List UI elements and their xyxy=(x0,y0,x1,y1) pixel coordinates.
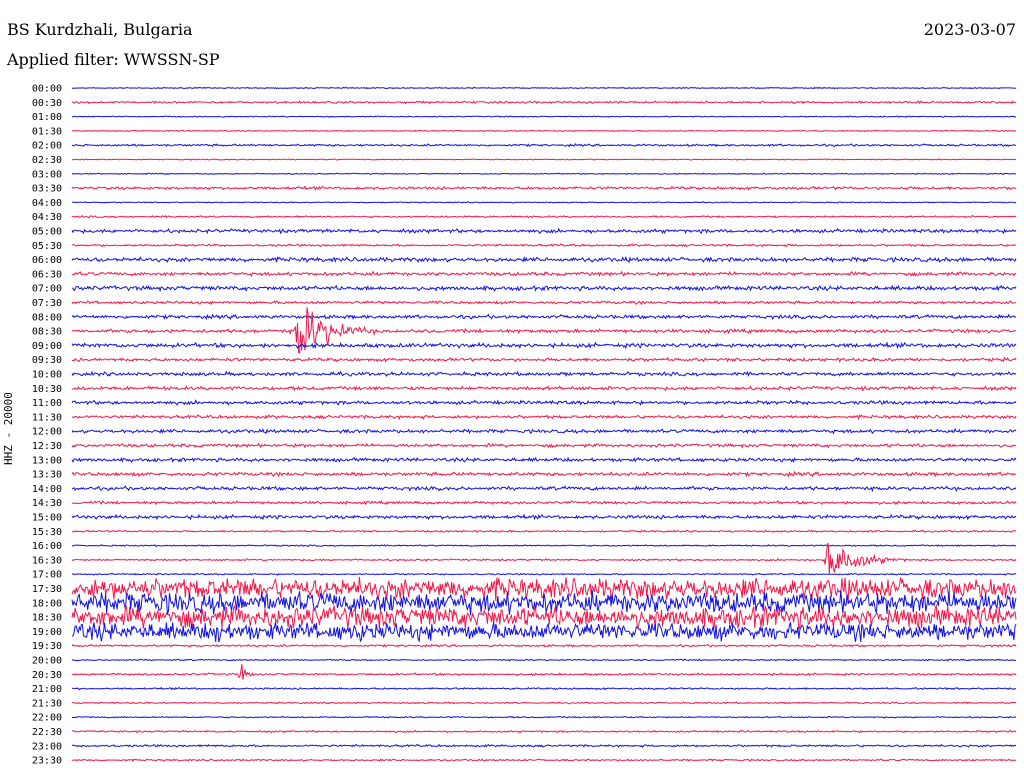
row-label: 15:00 xyxy=(32,513,62,524)
trace-0730 xyxy=(71,300,1017,306)
row-label: 12:30 xyxy=(32,441,62,452)
row-label: 14:00 xyxy=(32,484,62,495)
row-label: 11:30 xyxy=(32,412,62,423)
trace-2000 xyxy=(71,658,1017,662)
trace-1400 xyxy=(71,485,1017,493)
trace-2030 xyxy=(71,664,1017,680)
trace-0900 xyxy=(71,341,1017,350)
trace-1200 xyxy=(71,427,1017,435)
row-label: 10:30 xyxy=(32,384,62,395)
row-label: 06:00 xyxy=(32,255,62,266)
row-label: 22:00 xyxy=(32,713,62,724)
row-label: 14:30 xyxy=(32,498,62,509)
row-label: 01:30 xyxy=(32,126,62,137)
row-label: 19:00 xyxy=(32,627,62,638)
trace-1430 xyxy=(71,500,1017,506)
trace-2300 xyxy=(71,743,1017,749)
trace-0100 xyxy=(71,115,1017,118)
row-label: 17:30 xyxy=(32,584,62,595)
row-label: 02:30 xyxy=(32,155,62,166)
row-label: 20:30 xyxy=(32,670,62,681)
trace-0400 xyxy=(72,201,1017,204)
trace-1030 xyxy=(71,385,1017,392)
row-label: 20:00 xyxy=(32,656,62,667)
trace-1800 xyxy=(71,589,1017,616)
row-label: 21:00 xyxy=(32,684,62,695)
row-label: 00:30 xyxy=(32,98,62,109)
row-label: 17:00 xyxy=(32,570,62,581)
trace-0430 xyxy=(71,214,1017,219)
trace-0630 xyxy=(71,270,1017,278)
trace-0930 xyxy=(71,356,1017,363)
trace-0700 xyxy=(71,284,1017,293)
row-label: 23:30 xyxy=(32,756,62,767)
trace-1300 xyxy=(71,456,1017,464)
row-label: 07:00 xyxy=(32,284,62,295)
row-label: 02:00 xyxy=(32,141,62,152)
trace-2230 xyxy=(71,729,1017,734)
trace-1330 xyxy=(71,470,1017,478)
row-label: 22:30 xyxy=(32,727,62,738)
trace-1930 xyxy=(71,643,1017,648)
trace-1500 xyxy=(71,513,1017,521)
row-label: 16:00 xyxy=(32,541,62,552)
row-label: 13:30 xyxy=(32,470,62,481)
row-label: 09:30 xyxy=(32,355,62,366)
row-label: 19:30 xyxy=(32,641,62,652)
trace-0030 xyxy=(71,100,1017,105)
row-label: 18:30 xyxy=(32,613,62,624)
trace-0500 xyxy=(71,227,1017,235)
trace-1700 xyxy=(71,572,1017,576)
row-label: 10:00 xyxy=(32,370,62,381)
trace-0200 xyxy=(71,142,1017,148)
trace-0600 xyxy=(71,255,1017,264)
row-label: 12:00 xyxy=(32,427,62,438)
row-label: 21:30 xyxy=(32,698,62,709)
trace-0330 xyxy=(71,185,1017,191)
trace-2330 xyxy=(71,758,1017,763)
row-label: 00:00 xyxy=(32,84,62,95)
trace-1230 xyxy=(71,442,1017,449)
trace-2130 xyxy=(71,701,1017,705)
trace-0130 xyxy=(72,129,1016,133)
trace-0230 xyxy=(71,158,1017,161)
trace-1130 xyxy=(71,414,1017,421)
trace-2100 xyxy=(71,686,1017,691)
row-label: 05:00 xyxy=(32,227,62,238)
row-label: 05:30 xyxy=(32,241,62,252)
trace-0000 xyxy=(71,86,1017,90)
row-label: 13:00 xyxy=(32,455,62,466)
row-label: 03:00 xyxy=(32,169,62,180)
row-label: 06:30 xyxy=(32,269,62,280)
row-label: 07:30 xyxy=(32,298,62,309)
row-label: 04:30 xyxy=(32,212,62,223)
trace-1000 xyxy=(71,370,1017,377)
row-label: 23:00 xyxy=(32,741,62,752)
seismogram-plot: 00:00 00:30 01:00 01:30 02:00 02:30 03:00 03:30… xyxy=(32,84,1017,767)
row-label: 16:30 xyxy=(32,555,62,566)
row-label: 01:00 xyxy=(32,112,62,123)
trace-1530 xyxy=(71,529,1017,534)
row-label: 08:30 xyxy=(32,327,62,338)
trace-1630 xyxy=(71,542,1017,575)
trace-1600 xyxy=(71,544,1017,548)
row-label: 11:00 xyxy=(32,398,62,409)
row-label: 09:00 xyxy=(32,341,62,352)
trace-0300 xyxy=(71,172,1016,176)
trace-2200 xyxy=(71,715,1017,719)
row-label: 15:30 xyxy=(32,527,62,538)
trace-1100 xyxy=(71,399,1017,406)
trace-0530 xyxy=(71,243,1017,248)
row-label: 03:30 xyxy=(32,184,62,195)
trace-0800 xyxy=(71,313,1017,321)
row-label: 08:00 xyxy=(32,312,62,323)
row-label: 04:00 xyxy=(32,198,62,209)
trace-1900 xyxy=(71,621,1017,643)
row-label: 18:00 xyxy=(32,598,62,609)
